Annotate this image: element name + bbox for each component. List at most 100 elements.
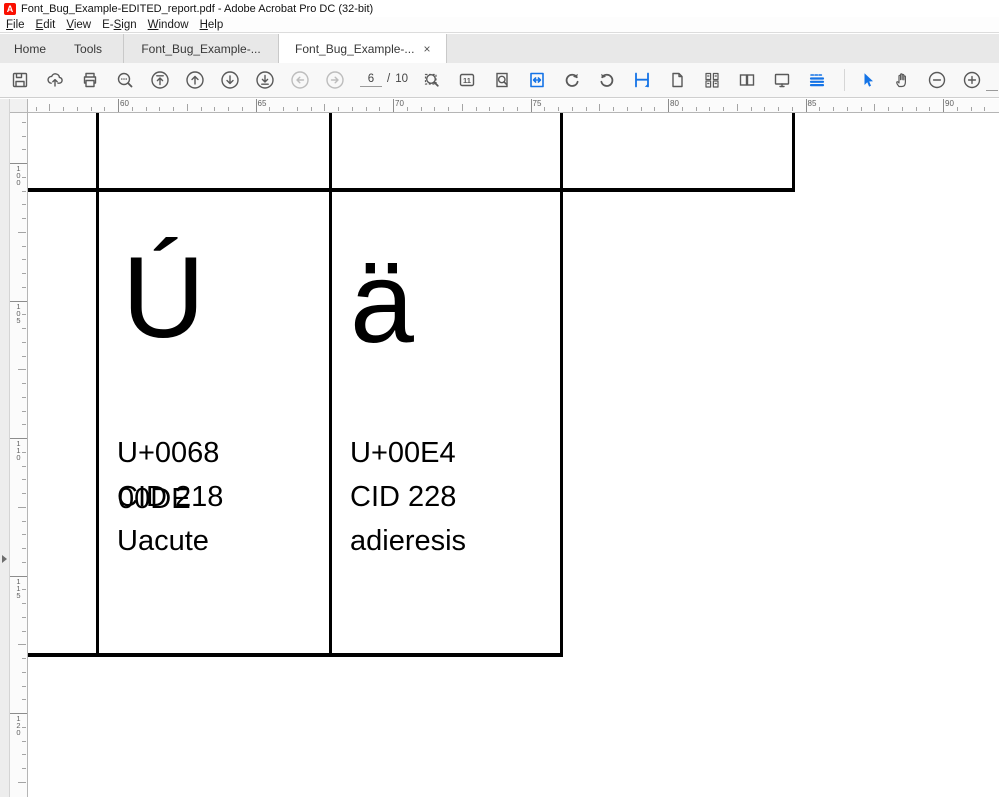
tab-bar: Home Tools Font_Bug_Example-... Font_Bug_… <box>0 34 999 63</box>
table-border-line <box>792 113 795 192</box>
two-page-view-icon[interactable] <box>737 70 757 90</box>
document-tab[interactable]: Font_Bug_Example-... × <box>278 34 448 63</box>
ruler-tick <box>90 107 92 111</box>
ruler-label: 60 <box>120 99 129 108</box>
ruler-tick <box>22 355 26 357</box>
ruler-label: 80 <box>670 99 679 108</box>
ruler-tick <box>296 107 298 111</box>
ruler-tick <box>324 104 326 111</box>
share-cloud-icon[interactable] <box>45 70 65 90</box>
nav-pane-expand-icon[interactable] <box>2 555 7 563</box>
ruler-label: 90 <box>945 99 954 108</box>
ruler-tick <box>723 107 724 111</box>
ruler-tick <box>503 107 504 111</box>
glyph-name: Uacute <box>117 525 209 557</box>
ruler-tick <box>970 107 972 111</box>
ruler-tick <box>901 107 903 111</box>
reading-mode-icon[interactable] <box>807 70 827 90</box>
ruler-tick <box>310 107 312 111</box>
glyph-name: adieresis <box>350 525 467 557</box>
ruler-tick <box>888 107 889 111</box>
fit-width-icon[interactable] <box>527 70 547 90</box>
ruler-tick <box>736 104 738 111</box>
ruler-tick <box>571 107 573 111</box>
ruler-label: 1 1 5 <box>16 576 21 600</box>
save-icon[interactable] <box>10 70 30 90</box>
ruler-tick <box>22 410 26 412</box>
ruler-tick <box>709 107 711 111</box>
ruler-tick <box>22 548 26 549</box>
document-tab-label: Font_Bug_Example-... <box>141 41 261 56</box>
ruler-tick <box>214 107 216 111</box>
table-border-line <box>28 653 563 657</box>
ruler-tick <box>49 104 51 111</box>
full-screen-icon[interactable] <box>772 70 792 90</box>
ruler-tick <box>22 754 26 756</box>
select-tool-icon[interactable] <box>857 70 877 90</box>
marquee-zoom-icon[interactable] <box>422 70 442 90</box>
fit-page-icon[interactable] <box>492 70 512 90</box>
tab-tools[interactable]: Tools <box>60 34 116 63</box>
find-icon[interactable] <box>115 70 135 90</box>
ruler-corner <box>10 99 28 112</box>
ruler-tick <box>22 383 26 384</box>
menu-window[interactable]: Window <box>148 19 189 31</box>
zoom-out-icon[interactable] <box>927 70 947 90</box>
document-tab-label: Font_Bug_Example-... <box>295 41 415 56</box>
ruler-tick <box>956 107 958 111</box>
rotate-counterclockwise-icon[interactable] <box>597 70 617 90</box>
ruler-tick <box>654 107 656 111</box>
menu-esign[interactable]: E-Sign <box>102 19 137 31</box>
next-page-icon[interactable] <box>220 70 240 90</box>
ruler-tick <box>544 107 546 111</box>
hand-tool-icon[interactable] <box>892 70 912 90</box>
page-number-input[interactable]: 6 <box>360 73 382 87</box>
continuous-scroll-icon[interactable] <box>632 70 652 90</box>
ruler-tick <box>791 107 793 111</box>
menu-help[interactable]: Help <box>200 19 224 31</box>
ruler-tick <box>76 107 78 111</box>
ruler-tick <box>585 107 587 111</box>
ruler-tick <box>22 121 26 123</box>
vertical-ruler: 1 0 0 1 0 5 1 1 0 1 1 5 1 2 0 <box>10 113 28 797</box>
tab-home[interactable]: Home <box>0 34 60 63</box>
ruler-label: 1 0 5 <box>16 301 21 325</box>
ruler-tick <box>22 259 26 261</box>
ruler-tick <box>241 107 243 111</box>
ruler-tick <box>929 107 931 111</box>
menu-file[interactable]: File <box>6 19 25 31</box>
menu-view[interactable]: View <box>66 19 91 31</box>
page-thumbnails-icon[interactable] <box>702 70 722 90</box>
first-page-icon[interactable] <box>150 70 170 90</box>
ruler-tick <box>516 107 518 111</box>
ruler-tick <box>406 107 408 111</box>
ruler-tick <box>22 273 26 274</box>
ruler-tick <box>22 245 26 247</box>
previous-page-icon[interactable] <box>185 70 205 90</box>
ruler-tick <box>448 107 449 111</box>
title-bar: A Font_Bug_Example-EDITED_report.pdf - A… <box>0 0 999 17</box>
print-icon[interactable] <box>80 70 100 90</box>
last-page-icon[interactable] <box>255 70 275 90</box>
ruler-tick <box>22 328 26 329</box>
ruler-tick <box>558 107 559 111</box>
zoom-in-icon[interactable] <box>962 70 982 90</box>
ruler-tick <box>461 104 463 111</box>
menu-edit[interactable]: Edit <box>36 19 56 31</box>
glyph-sample: Ú <box>122 234 206 362</box>
menu-bar: File Edit View E-Sign Window Help <box>0 17 999 33</box>
horizontal-ruler: 60 65 70 75 80 85 90 <box>0 99 999 113</box>
ruler-tick <box>18 781 26 783</box>
ruler-label: 70 <box>395 99 404 108</box>
rotate-clockwise-icon[interactable] <box>562 70 582 90</box>
nav-pane-strip[interactable] <box>0 99 10 797</box>
ruler-tick <box>22 204 26 206</box>
actual-size-icon[interactable]: 11 <box>457 70 477 90</box>
single-page-icon[interactable] <box>667 70 687 90</box>
ruler-tick <box>393 99 394 112</box>
ruler-tick <box>22 314 26 316</box>
document-tab[interactable]: Font_Bug_Example-... <box>123 34 280 63</box>
ruler-label: 1 2 0 <box>16 714 21 737</box>
ruler-tick <box>35 107 37 111</box>
tab-close-icon[interactable]: × <box>423 43 430 55</box>
